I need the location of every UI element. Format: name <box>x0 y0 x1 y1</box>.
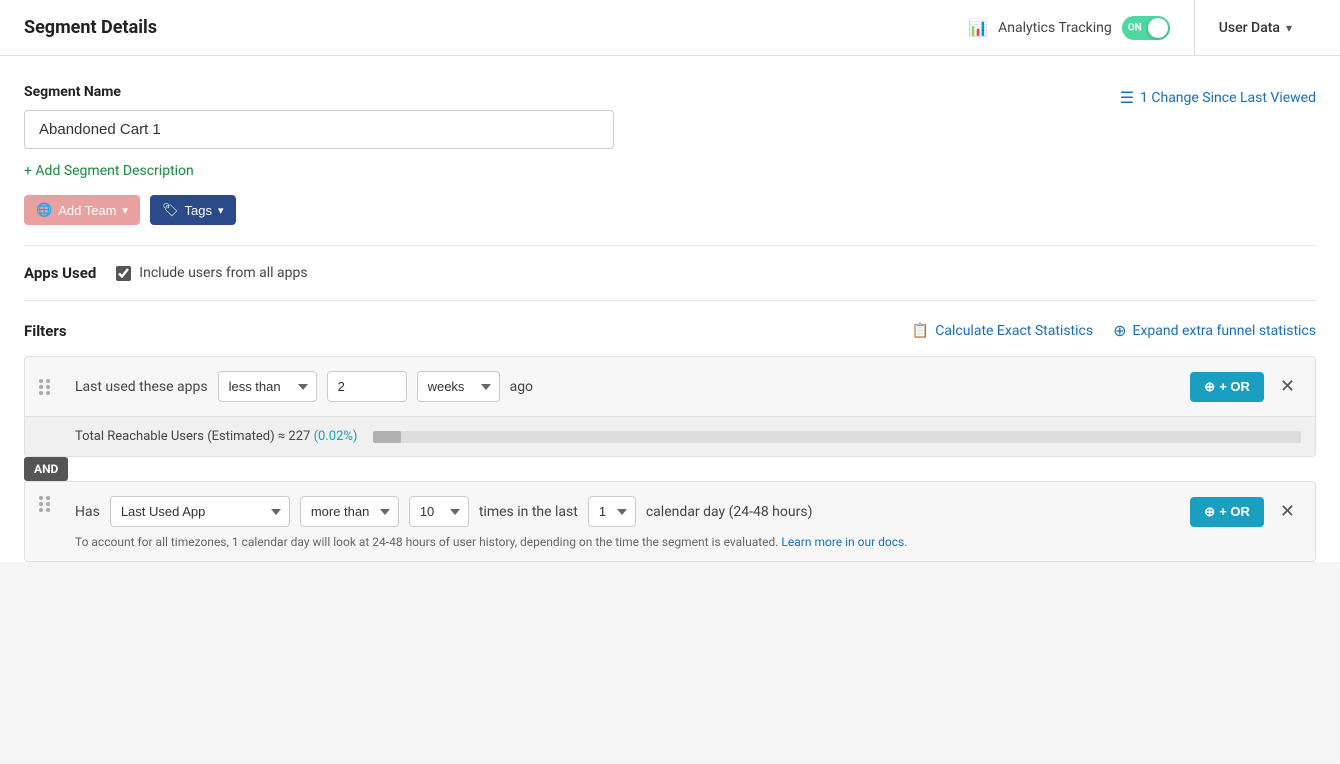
add-description-text: + Add Segment Description <box>24 163 194 179</box>
globe-icon: 🌐 <box>36 202 52 218</box>
tags-button[interactable]: 🏷 Tags ▾ <box>150 195 236 225</box>
or-label: + OR <box>1219 379 1250 394</box>
segment-name-row: Segment Name ☰ 1 Change Since Last Viewe… <box>24 84 1316 149</box>
stats-percent: (0.02%) <box>314 429 358 444</box>
filters-label: Filters <box>24 322 67 340</box>
progress-bar-fill <box>373 431 401 443</box>
and-divider: AND <box>24 457 1316 481</box>
stats-users-text: Total Reachable Users (Estimated) ≈ 227 <box>75 429 310 444</box>
stats-bar-row: Total Reachable Users (Estimated) ≈ 227 … <box>25 416 1315 456</box>
apps-used-checkbox[interactable] <box>116 266 131 281</box>
changes-link[interactable]: ☰ 1 Change Since Last Viewed <box>1120 88 1316 107</box>
and-badge: AND <box>24 457 68 481</box>
filter-2-or-button[interactable]: ⊕ + OR <box>1190 497 1264 527</box>
segment-name-block: Segment Name <box>24 84 614 149</box>
filters-actions: 📋 Calculate Exact Statistics ⊕ Expand ex… <box>912 321 1316 340</box>
progress-bar-wrap <box>373 431 1301 443</box>
filter-2-condition-select[interactable]: more than less than <box>300 496 399 527</box>
tag-icon: 🏷 <box>162 202 179 218</box>
filter-2-close-button[interactable]: ✕ <box>1274 499 1301 524</box>
filter-2-prefix: Has <box>75 504 100 520</box>
filter-2-subtext-row: To account for all timezones, 1 calendar… <box>25 535 1315 561</box>
tags-label: Tags <box>185 203 212 218</box>
toggle-circle <box>1148 18 1168 38</box>
analytics-icon: 📊 <box>968 18 988 37</box>
segment-name-input[interactable] <box>24 110 614 149</box>
filters-header: Filters 📋 Calculate Exact Statistics ⊕ E… <box>24 321 1316 340</box>
apps-used-section: Apps Used Include users from all apps <box>24 246 1316 301</box>
filter-row-2: Has Last Used App more than less than 10… <box>25 482 1315 535</box>
chevron-down-icon: ▾ <box>1286 21 1292 35</box>
user-data-section[interactable]: User Data ▾ <box>1195 0 1316 56</box>
main-content: Segment Name ☰ 1 Change Since Last Viewe… <box>0 56 1340 562</box>
apps-used-checkbox-label[interactable]: Include users from all apps <box>116 265 307 281</box>
or-label-2: + OR <box>1219 504 1250 519</box>
filter-1-or-button[interactable]: ⊕ + OR <box>1190 372 1264 402</box>
filter-2-suffix: calendar day (24-48 hours) <box>646 504 813 520</box>
filter-1-unit-select[interactable]: weeks days months <box>417 371 500 402</box>
analytics-toggle[interactable]: ON <box>1122 16 1170 40</box>
tags-chevron-icon: ▾ <box>218 204 224 217</box>
add-team-button[interactable]: 🌐 Add Team ▾ <box>24 195 140 225</box>
expand-funnel-link[interactable]: ⊕ Expand extra funnel statistics <box>1113 321 1316 340</box>
filter-1-condition-select[interactable]: less than more than exactly <box>218 371 317 402</box>
apps-used-checkbox-text: Include users from all apps <box>139 265 307 281</box>
filter-1-value-input[interactable] <box>327 371 407 402</box>
filter-row-2-wrap: Has Last Used App more than less than 10… <box>24 481 1316 562</box>
filter-row-1-wrap: Last used these apps less than more than… <box>24 356 1316 457</box>
toggle-on-text: ON <box>1128 22 1142 33</box>
calc-stats-link[interactable]: 📋 Calculate Exact Statistics <box>912 323 1093 339</box>
add-description-link[interactable]: + Add Segment Description <box>24 163 194 179</box>
page-title: Segment Details <box>24 17 157 38</box>
header-right: 📊 Analytics Tracking ON User Data ▾ <box>944 0 1316 56</box>
filter-1-suffix: ago <box>510 379 533 395</box>
filter-2-mid-text: times in the last <box>479 504 578 520</box>
changes-text: 1 Change Since Last Viewed <box>1140 90 1316 106</box>
buttons-row: 🌐 Add Team ▾ 🏷 Tags ▾ <box>24 195 1316 246</box>
changes-icon: ☰ <box>1120 88 1134 107</box>
filter-2-subtext: To account for all timezones, 1 calendar… <box>75 535 778 549</box>
filter-row-1: Last used these apps less than more than… <box>25 357 1315 416</box>
expand-funnel-text: Expand extra funnel statistics <box>1132 323 1316 339</box>
header: Segment Details 📊 Analytics Tracking ON … <box>0 0 1340 56</box>
filter-2-value-select[interactable]: 10 <box>409 496 469 527</box>
filters-section: Filters 📋 Calculate Exact Statistics ⊕ E… <box>24 301 1316 562</box>
apps-used-label: Apps Used <box>24 264 96 282</box>
analytics-section: 📊 Analytics Tracking ON <box>944 0 1195 56</box>
drag-handle-1[interactable] <box>39 379 50 395</box>
or-plus-icon: ⊕ <box>1204 379 1215 395</box>
add-team-label: Add Team <box>58 203 116 218</box>
or-plus-icon-2: ⊕ <box>1204 504 1215 520</box>
stats-text: Total Reachable Users (Estimated) ≈ 227 … <box>75 429 357 444</box>
add-team-chevron-icon: ▾ <box>122 204 128 217</box>
filter-2-time-select[interactable]: 1 <box>588 496 636 527</box>
filter-2-app-select[interactable]: Last Used App <box>110 496 290 527</box>
drag-handle-2[interactable] <box>39 496 50 512</box>
plus-circle-icon: ⊕ <box>1113 321 1126 340</box>
analytics-label: Analytics Tracking <box>998 20 1112 36</box>
calc-stats-icon: 📋 <box>912 323 929 339</box>
learn-more-link[interactable]: Learn more in our docs. <box>781 535 907 549</box>
user-data-label: User Data <box>1219 20 1280 36</box>
segment-name-label: Segment Name <box>24 84 614 100</box>
filter-1-prefix: Last used these apps <box>75 379 208 395</box>
calc-stats-text: Calculate Exact Statistics <box>935 323 1093 339</box>
filter-1-close-button[interactable]: ✕ <box>1274 374 1301 399</box>
